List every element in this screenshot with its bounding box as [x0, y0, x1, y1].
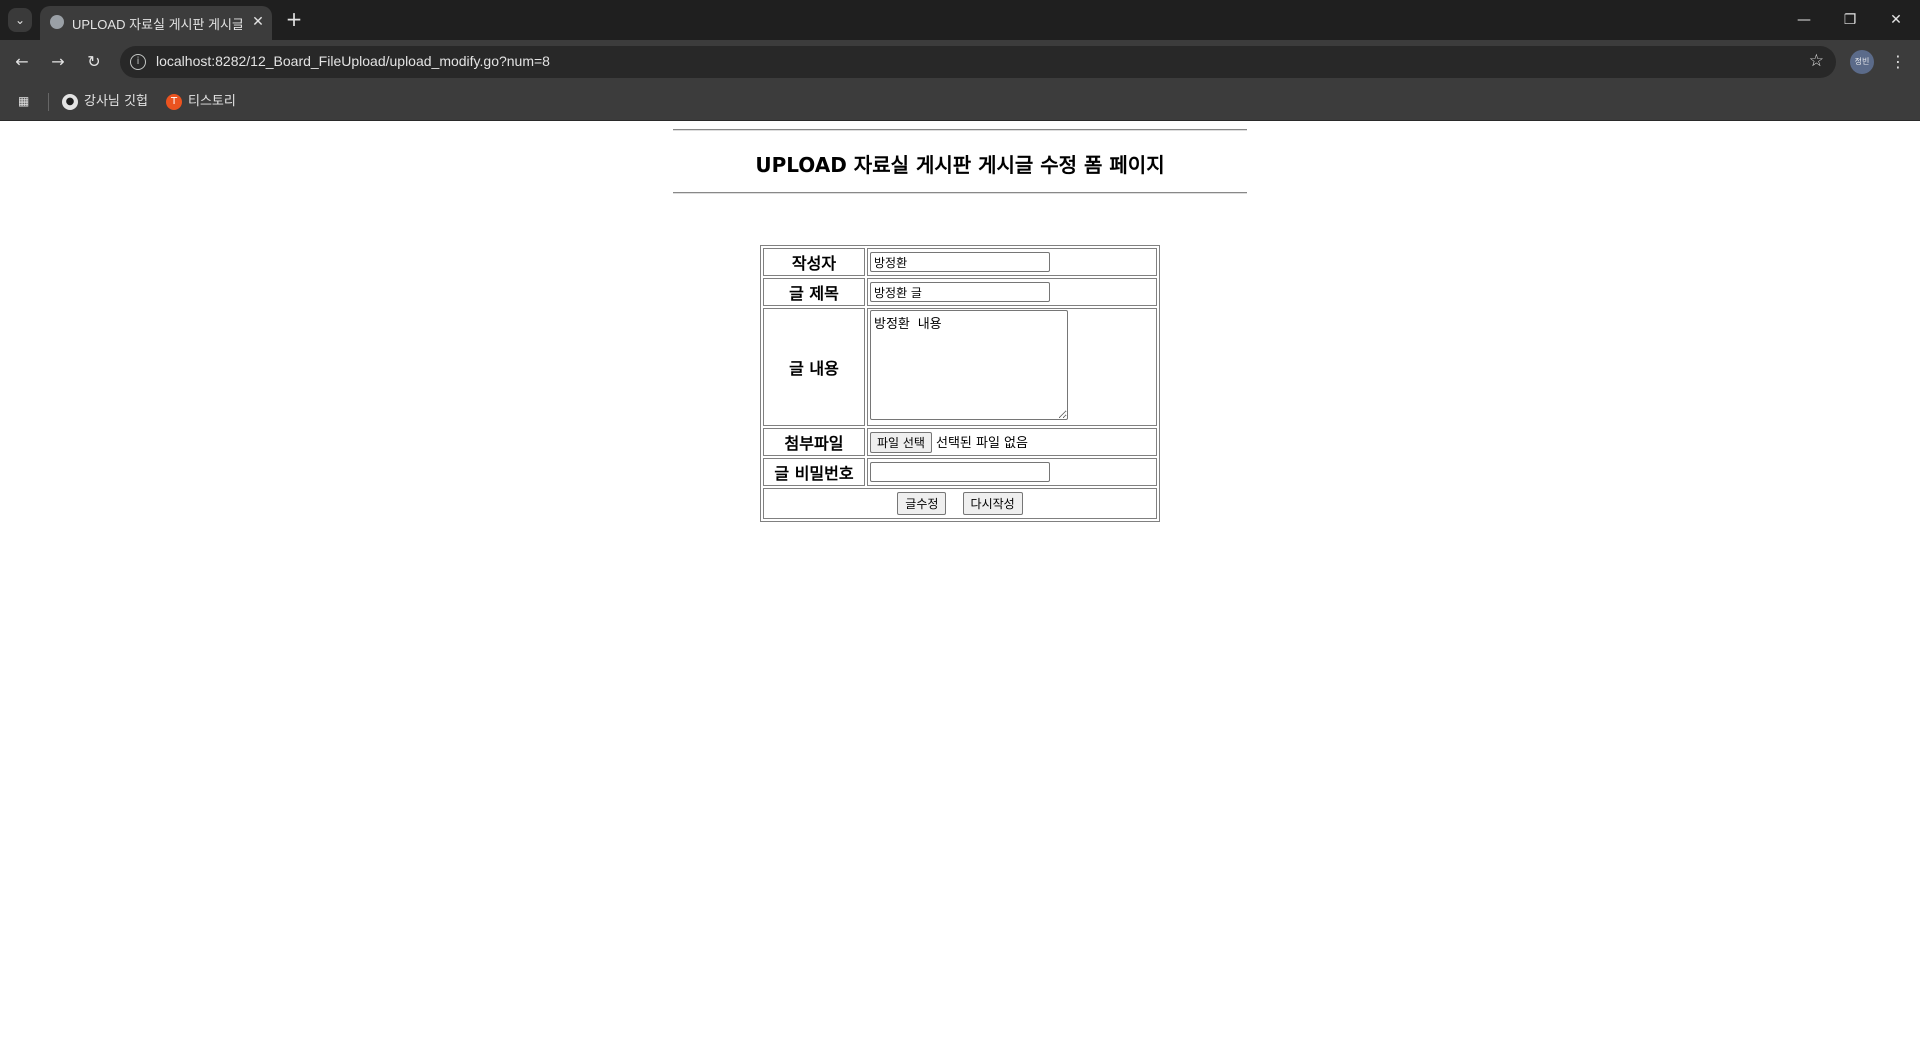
bookmark-star-icon[interactable]: ☆: [1809, 51, 1824, 71]
tab-title: UPLOAD 자료실 게시판 게시글: [72, 17, 242, 32]
writer-label: 작성자: [763, 248, 865, 276]
bookmark-tistory[interactable]: T 티스토리: [166, 92, 236, 112]
writer-row: 작성자: [763, 248, 1157, 276]
content-row: 글 내용 방정환 내용: [763, 308, 1157, 426]
bookmark-label: 티스토리: [188, 94, 236, 109]
forward-icon[interactable]: →: [46, 50, 70, 74]
modify-form-table: 작성자 글 제목 글 내용 방정환 내용 첨부파일 파일 선택선택된 파일 없음…: [760, 245, 1160, 522]
close-tab-icon[interactable]: ✕: [248, 12, 268, 32]
tistory-icon: T: [166, 93, 182, 110]
bookmark-github[interactable]: ● 강사님 깃헙: [62, 92, 148, 112]
apps-grid-icon[interactable]: ▦: [18, 94, 32, 108]
back-icon[interactable]: ←: [10, 50, 34, 74]
file-select-button[interactable]: 파일 선택: [870, 431, 932, 453]
page-content: UPLOAD 자료실 게시판 게시글 수정 폼 페이지 작성자 글 제목 글 내…: [0, 121, 1920, 1040]
bookmark-label: 강사님 깃헙: [84, 94, 148, 109]
subject-label: 글 제목: [763, 278, 865, 306]
content-textarea[interactable]: 방정환 내용: [870, 310, 1068, 420]
password-input[interactable]: [870, 462, 1050, 482]
minimize-icon[interactable]: —: [1788, 8, 1820, 32]
tab-search-button[interactable]: ⌄: [8, 8, 32, 32]
password-row: 글 비밀번호: [763, 458, 1157, 486]
url-text[interactable]: localhost:8282/12_Board_FileUpload/uploa…: [156, 53, 550, 69]
more-menu-icon[interactable]: ⋮: [1888, 50, 1908, 74]
writer-input[interactable]: [870, 252, 1050, 272]
modify-submit-button[interactable]: 글수정: [897, 492, 947, 515]
new-tab-button[interactable]: +: [282, 8, 306, 32]
reload-icon[interactable]: ↻: [82, 50, 106, 74]
buttons-row: 글수정 다시작성: [763, 488, 1157, 519]
restore-icon[interactable]: ❐: [1834, 8, 1866, 32]
chevron-down-icon: ⌄: [14, 13, 26, 27]
top-divider: [673, 129, 1247, 131]
globe-icon: [50, 15, 64, 29]
bottom-divider: [673, 192, 1247, 194]
address-bar[interactable]: i localhost:8282/12_Board_FileUpload/upl…: [120, 46, 1836, 78]
subject-input[interactable]: [870, 282, 1050, 302]
bookmarks-bar: ▦ ● 강사님 깃헙 T 티스토리: [0, 84, 1920, 121]
tab-strip: ⌄ UPLOAD 자료실 게시판 게시글 ✕ + — ❐ ✕: [0, 0, 1920, 40]
file-label: 첨부파일: [763, 428, 865, 456]
file-row: 첨부파일 파일 선택 선택된 파일 없음: [763, 428, 1157, 456]
password-label: 글 비밀번호: [763, 458, 865, 486]
subject-row: 글 제목: [763, 278, 1157, 306]
browser-toolbar: ← → ↻ i localhost:8282/12_Board_FileUplo…: [0, 40, 1920, 84]
bookmark-separator: [48, 93, 49, 111]
github-icon: ●: [62, 93, 78, 110]
close-window-icon[interactable]: ✕: [1880, 8, 1912, 32]
reset-button[interactable]: 다시작성: [962, 492, 1023, 515]
browser-tab[interactable]: UPLOAD 자료실 게시판 게시글 ✕: [40, 6, 272, 40]
profile-avatar[interactable]: 정빈: [1850, 50, 1874, 74]
content-label: 글 내용: [763, 308, 865, 426]
site-info-icon[interactable]: i: [130, 54, 146, 70]
file-status: 선택된 파일 없음: [935, 435, 1028, 451]
page-title: UPLOAD 자료실 게시판 게시글 수정 폼 페이지: [755, 153, 1165, 177]
